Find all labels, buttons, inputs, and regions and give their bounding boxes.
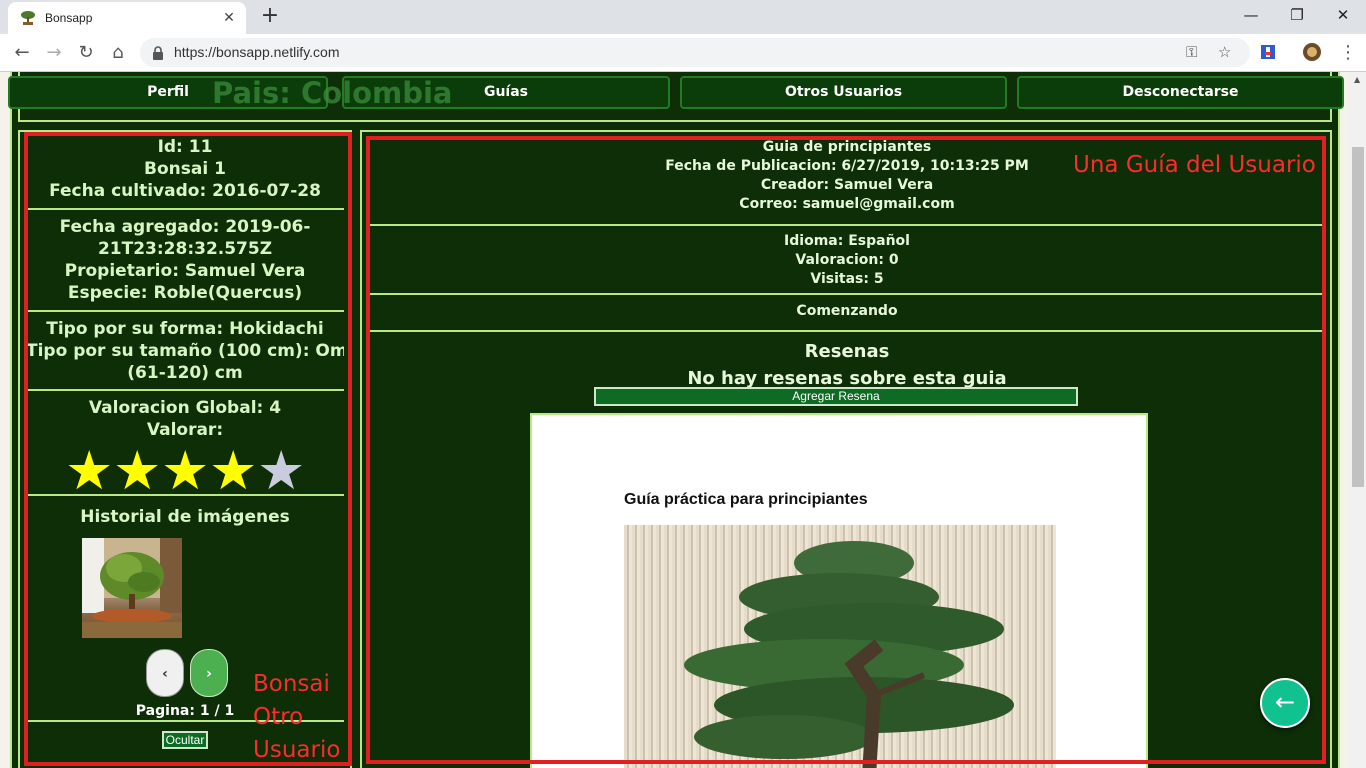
reload-icon[interactable]: ↻ bbox=[74, 41, 98, 65]
menu-desconectarse-button[interactable]: Desconectarse bbox=[1017, 76, 1344, 109]
bookmark-star-icon[interactable]: ☆ bbox=[1218, 43, 1231, 61]
extension-icon[interactable] bbox=[1259, 43, 1277, 61]
browser-menu-icon[interactable]: ⋮ bbox=[1336, 41, 1360, 65]
bonsai-annotation-line1: Bonsai bbox=[253, 671, 330, 697]
bonsai-annotation-line2: Otro bbox=[253, 704, 304, 730]
new-tab-button[interactable]: + bbox=[258, 5, 282, 29]
home-icon[interactable]: ⌂ bbox=[106, 41, 130, 65]
url-text: https://bonsapp.netlify.com bbox=[174, 44, 340, 60]
page-viewport: Perfil Guías Otros Usuarios Desconectars… bbox=[0, 72, 1350, 768]
bonsai-annotation-line3: Usuario bbox=[253, 737, 341, 763]
page-scrollbar[interactable]: ▲ bbox=[1350, 72, 1366, 768]
tab-title: Bonsapp bbox=[45, 11, 93, 25]
restore-button[interactable]: ❐ bbox=[1274, 0, 1320, 30]
country-label: Pais: Colombia bbox=[212, 76, 453, 110]
menu-otros-usuarios-button[interactable]: Otros Usuarios bbox=[680, 76, 1007, 109]
scroll-up-icon[interactable]: ▲ bbox=[1354, 75, 1360, 84]
key-icon[interactable]: ⚿ bbox=[1186, 43, 1197, 61]
browser-toolbar: ← → ↻ ⌂ https://bonsapp.netlify.com ⚿ ☆ … bbox=[0, 34, 1366, 72]
guide-annotation-label: Una Guía del Usuario bbox=[1073, 152, 1316, 178]
bonsai-favicon-icon bbox=[20, 10, 36, 26]
scrollbar-thumb[interactable] bbox=[1352, 147, 1364, 487]
tab-close-icon[interactable]: ✕ bbox=[220, 9, 238, 27]
browser-tab-strip: Bonsapp ✕ + — ❐ ✕ bbox=[0, 0, 1366, 34]
profile-avatar-icon[interactable] bbox=[1303, 43, 1321, 61]
window-close-button[interactable]: ✕ bbox=[1320, 0, 1366, 30]
bonsai-annotation-label: Bonsai Otro Usuario bbox=[253, 668, 340, 767]
minimize-button[interactable]: — bbox=[1228, 0, 1274, 30]
lock-icon bbox=[152, 45, 164, 60]
forward-icon[interactable]: → bbox=[42, 41, 66, 65]
address-bar[interactable]: https://bonsapp.netlify.com ⚿ ☆ bbox=[140, 38, 1250, 67]
app-container: Perfil Guías Otros Usuarios Desconectars… bbox=[8, 72, 1344, 768]
guide-annotation-box bbox=[366, 136, 1326, 764]
back-icon[interactable]: ← bbox=[10, 41, 34, 65]
back-floating-button[interactable]: ← bbox=[1260, 678, 1310, 728]
browser-tab[interactable]: Bonsapp ✕ bbox=[8, 2, 246, 34]
